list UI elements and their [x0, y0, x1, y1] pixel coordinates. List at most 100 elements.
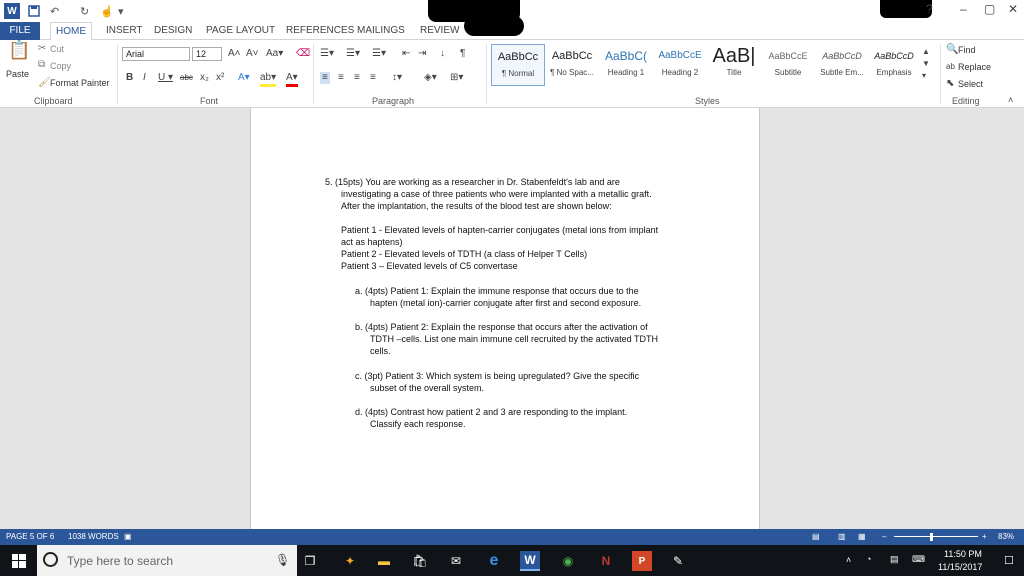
word-app-icon[interactable]: W: [4, 3, 20, 19]
netflix-icon[interactable]: N: [596, 551, 616, 571]
cut-button[interactable]: Cut: [50, 44, 64, 54]
clock-time[interactable]: 11:50 PM: [944, 549, 982, 559]
justify-icon[interactable]: ≡: [370, 72, 376, 84]
decrease-indent-icon[interactable]: ⇤: [402, 48, 410, 60]
customize-toolbar-icon[interactable]: ▾: [118, 3, 124, 19]
copy-button[interactable]: Copy: [50, 61, 71, 71]
tab-insert[interactable]: INSERT: [104, 22, 145, 40]
italic-icon[interactable]: I: [143, 72, 146, 84]
wifi-icon[interactable]: ◔: [866, 554, 871, 564]
shading-icon[interactable]: ◈▾: [424, 72, 437, 84]
taskbar-search-box[interactable]: Type here to search 🎙: [37, 545, 297, 576]
file-explorer-icon[interactable]: ▬: [374, 551, 394, 571]
bold-icon[interactable]: B: [126, 72, 133, 84]
numbering-icon[interactable]: ☰▾: [346, 48, 360, 60]
show-hidden-icons-icon[interactable]: ˄: [846, 555, 851, 565]
paste-button[interactable]: Paste: [6, 69, 29, 79]
tab-home[interactable]: HOME: [50, 22, 92, 41]
collapse-ribbon-icon[interactable]: ˄: [1008, 94, 1013, 106]
app-icon[interactable]: ✦: [340, 551, 360, 571]
tab-references[interactable]: REFERENCES: [284, 22, 356, 40]
text-effects-icon[interactable]: A▾: [238, 72, 250, 84]
superscript-icon[interactable]: x²: [216, 72, 224, 84]
tab-file[interactable]: FILE: [0, 22, 40, 40]
app-icon-2[interactable]: ✎: [668, 551, 688, 571]
minimize-button[interactable]: –: [960, 2, 967, 16]
increase-indent-icon[interactable]: ⇥: [418, 48, 426, 60]
bullets-icon[interactable]: ☰▾: [320, 48, 334, 60]
shrink-font-icon[interactable]: A˅: [246, 48, 259, 60]
web-layout-icon[interactable]: ▦: [858, 532, 866, 541]
proofing-icon[interactable]: ▣: [124, 532, 132, 541]
font-color-icon[interactable]: A▾: [286, 72, 298, 87]
font-name-select[interactable]: Arial: [122, 47, 190, 61]
style-subtitle[interactable]: AaBbCcE Subtitle: [761, 44, 815, 86]
chrome-icon[interactable]: ◉: [558, 551, 578, 571]
style-heading-1[interactable]: AaBbC( Heading 1: [599, 44, 653, 86]
read-mode-icon[interactable]: ▤: [812, 532, 820, 541]
help-button[interactable]: ?: [926, 2, 933, 16]
document-page[interactable]: 5. (15pts) You are working as a research…: [250, 108, 760, 529]
microphone-icon[interactable]: 🎙: [275, 553, 290, 567]
tab-design[interactable]: DESIGN: [152, 22, 194, 40]
tab-page-layout[interactable]: PAGE LAYOUT: [204, 22, 277, 40]
word-count[interactable]: 1038 WORDS: [68, 532, 119, 541]
save-icon[interactable]: [28, 3, 40, 19]
powerpoint-icon[interactable]: P: [632, 551, 652, 571]
mail-icon[interactable]: ✉: [446, 551, 466, 571]
question-a-line-1: a. (4pts) Patient 1: Explain the immune …: [355, 286, 639, 296]
tab-review[interactable]: REVIEW: [418, 22, 461, 40]
task-view-icon[interactable]: ❐: [300, 551, 320, 571]
clear-formatting-icon[interactable]: ⌫: [296, 48, 310, 60]
font-size-select[interactable]: 12: [192, 47, 222, 61]
style-normal[interactable]: AaBbCc ¶ Normal: [491, 44, 545, 86]
store-icon[interactable]: 🛍: [410, 551, 430, 571]
align-right-icon[interactable]: ≡: [354, 72, 360, 84]
style-heading-2[interactable]: AaBbCcE Heading 2: [653, 44, 707, 86]
align-center-icon[interactable]: ≡: [338, 72, 344, 84]
style-no-spacing[interactable]: AaBbCc ¶ No Spac...: [545, 44, 599, 86]
grow-font-icon[interactable]: A˄: [228, 48, 241, 60]
style-subtle-emphasis[interactable]: AaBbCcD Subtle Em...: [815, 44, 869, 86]
page-count[interactable]: PAGE 5 OF 6: [6, 532, 54, 541]
maximize-button[interactable]: ▢: [984, 2, 995, 16]
windows-start-icon[interactable]: [9, 551, 29, 571]
change-case-icon[interactable]: Aa▾: [266, 48, 283, 60]
strikethrough-icon[interactable]: abc: [180, 72, 193, 84]
style-title[interactable]: AaB| Title: [707, 44, 761, 86]
replace-icon: ab: [946, 62, 955, 71]
clock-date[interactable]: 11/15/2017: [938, 562, 982, 572]
zoom-slider-thumb[interactable]: [930, 533, 933, 541]
style-emphasis[interactable]: AaBbCcD Emphasis: [867, 44, 921, 86]
paste-icon[interactable]: 📋: [8, 41, 30, 59]
sort-icon[interactable]: ↓: [440, 48, 445, 60]
keyboard-icon[interactable]: ⌨: [912, 554, 925, 565]
align-left-icon[interactable]: ≡: [320, 72, 330, 84]
styles-gallery-scroll-icon[interactable]: ▲ ▼ ▾: [922, 46, 930, 82]
highlight-color-icon[interactable]: ab▾: [260, 72, 277, 87]
replace-button[interactable]: Replace: [958, 62, 991, 72]
show-marks-icon[interactable]: ¶: [460, 48, 465, 60]
touch-mode-icon[interactable]: ☝: [100, 3, 114, 19]
zoom-slider[interactable]: [894, 536, 978, 537]
undo-icon[interactable]: ↶: [50, 3, 59, 19]
multilevel-list-icon[interactable]: ☰▾: [372, 48, 386, 60]
zoom-out-icon[interactable]: –: [882, 532, 886, 541]
underline-icon[interactable]: U ▾: [158, 72, 173, 84]
select-button[interactable]: Select: [958, 79, 983, 89]
notifications-icon[interactable]: ☐: [1004, 554, 1014, 567]
zoom-level[interactable]: 83%: [998, 532, 1014, 541]
tab-mailings[interactable]: MAILINGS: [355, 22, 407, 40]
find-button[interactable]: Find: [958, 45, 976, 55]
word-taskbar-icon[interactable]: W: [520, 551, 540, 571]
zoom-in-icon[interactable]: +: [982, 532, 987, 541]
redo-icon[interactable]: ↻: [80, 3, 89, 19]
speaker-icon[interactable]: ▤: [890, 554, 899, 565]
borders-icon[interactable]: ⊞▾: [450, 72, 463, 84]
print-layout-icon[interactable]: ▥: [838, 532, 846, 541]
subscript-icon[interactable]: x₂: [200, 72, 209, 84]
edge-icon[interactable]: e: [484, 551, 504, 571]
close-button[interactable]: ✕: [1008, 2, 1018, 16]
line-spacing-icon[interactable]: ↕▾: [392, 72, 402, 84]
format-painter-button[interactable]: Format Painter: [50, 78, 110, 88]
